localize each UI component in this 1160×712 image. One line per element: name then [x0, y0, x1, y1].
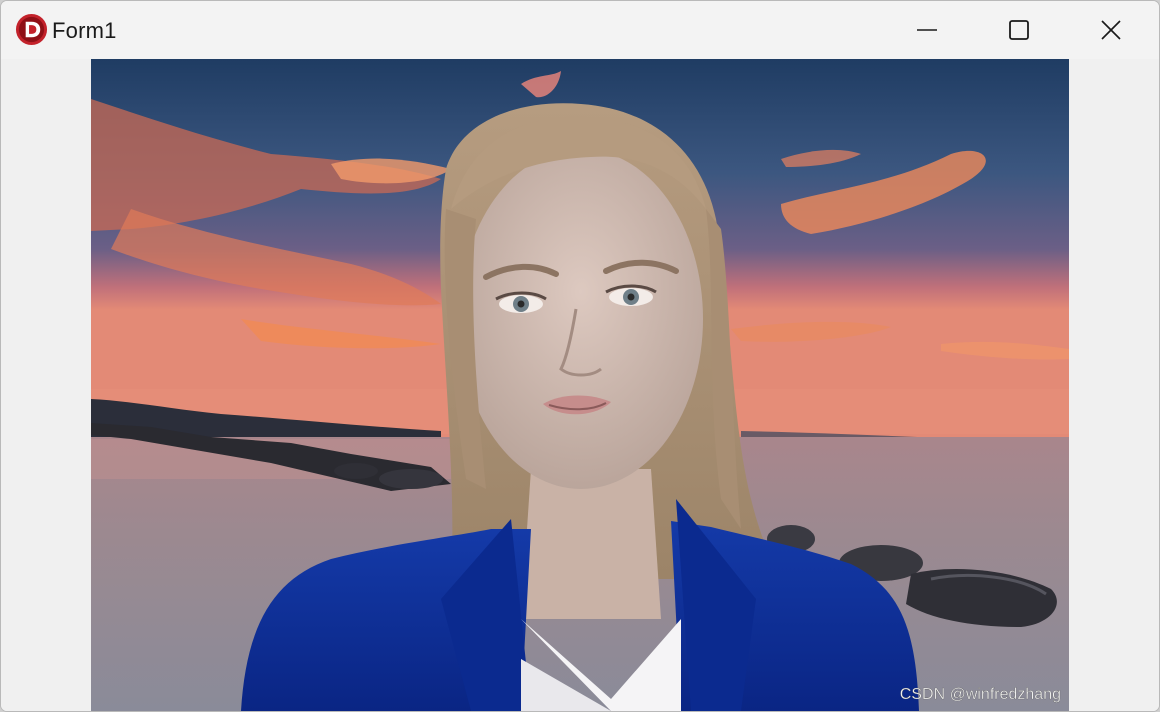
minimize-button[interactable] [881, 1, 973, 59]
form-client-area: CSDN @winfredzhang [1, 59, 1159, 711]
close-button[interactable] [1065, 1, 1157, 59]
presenter-video-image: CSDN @winfredzhang [91, 59, 1069, 711]
minimize-icon [917, 29, 937, 31]
watermark-text: CSDN @winfredzhang [900, 686, 1061, 703]
close-icon [1101, 20, 1121, 40]
maximize-icon [1009, 20, 1029, 40]
delphi-app-icon [15, 13, 48, 46]
title-bar[interactable]: Form1 [1, 1, 1159, 59]
window-title: Form1 [52, 18, 117, 43]
video-display: CSDN @winfredzhang [91, 59, 1069, 711]
maximize-button[interactable] [973, 1, 1065, 59]
app-window: Form1 CSDN @winfredzhang [0, 0, 1160, 712]
